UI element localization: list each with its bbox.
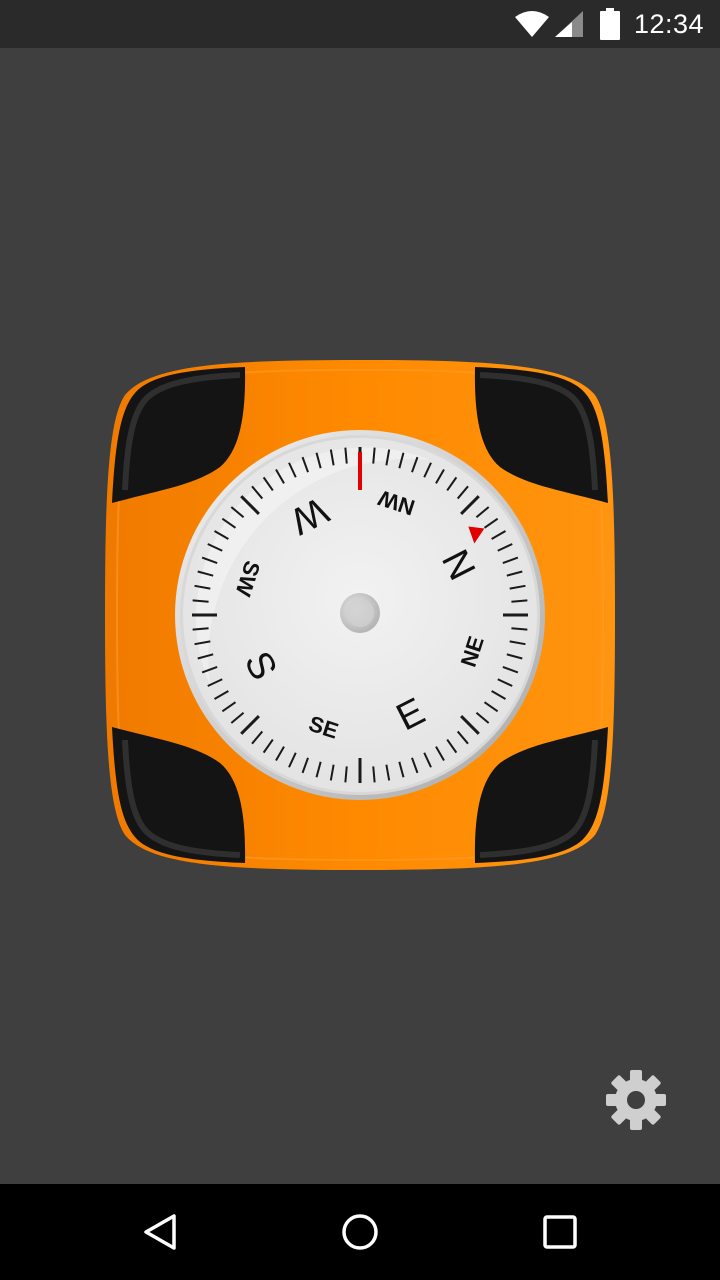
recents-button[interactable] <box>530 1202 590 1262</box>
compass: N NE E SE S SW W NW <box>100 355 620 875</box>
home-button[interactable] <box>330 1202 390 1262</box>
compass-tick <box>511 627 528 631</box>
home-icon <box>342 1214 378 1250</box>
compass-tick <box>511 599 528 603</box>
settings-button[interactable] <box>602 1066 670 1134</box>
recents-icon <box>543 1215 577 1249</box>
wifi-icon <box>515 11 549 37</box>
compass-tick <box>372 447 376 464</box>
compass-tick <box>192 627 209 631</box>
status-time: 12:34 <box>634 9 705 39</box>
navigation-bar <box>0 1184 720 1280</box>
compass-tick <box>344 766 348 783</box>
back-button[interactable] <box>130 1202 190 1262</box>
back-icon <box>144 1214 176 1250</box>
signal-icon <box>555 11 583 37</box>
compass-screen: 12:34 N NE E SE S SW W NW <box>0 0 720 1280</box>
status-bar: 12:34 <box>0 0 720 48</box>
compass-tick <box>344 447 348 464</box>
gear-icon <box>606 1070 666 1130</box>
battery-icon <box>600 8 620 40</box>
compass-tick <box>192 599 209 603</box>
compass-tick <box>372 766 376 783</box>
